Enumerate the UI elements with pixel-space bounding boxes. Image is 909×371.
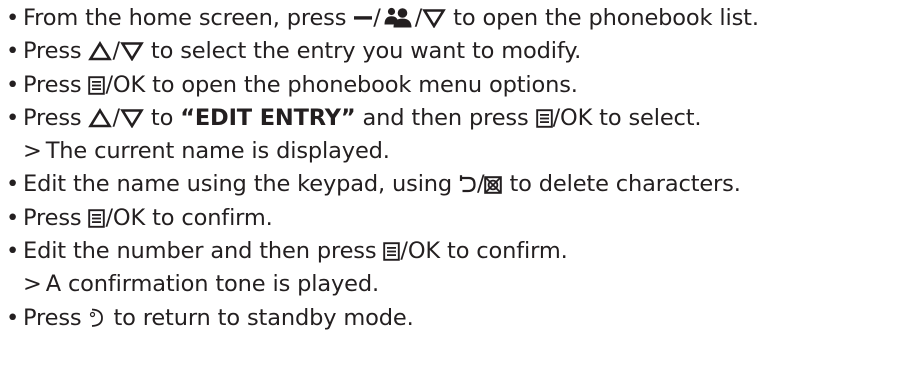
- step-text: /: [373, 5, 381, 31]
- end-call-key-icon: [88, 306, 106, 328]
- result-marker: >: [23, 271, 42, 298]
- bullet-point: •: [6, 171, 20, 198]
- step-text: to delete characters.: [502, 171, 741, 198]
- dash-key-icon: [353, 8, 373, 28]
- result-text: A confirmation tone is played.: [45, 271, 380, 298]
- up-arrow-key-icon: [88, 41, 113, 61]
- menu-key-icon: [88, 209, 106, 228]
- down-arrow-key-icon: [422, 8, 446, 28]
- instruction-step: • Edit the name using the keypad, using /…: [6, 168, 906, 201]
- step-text: /OK to select.: [552, 104, 702, 131]
- step-text: to select the entry you want to modify.: [143, 38, 582, 65]
- bullet-point: •: [6, 71, 20, 98]
- menu-key-icon: [535, 109, 553, 128]
- step-text: to open the phonebook list.: [446, 5, 759, 31]
- menu-option-label: “EDIT ENTRY”: [180, 104, 356, 131]
- instruction-step: • Press / to “EDIT ENTRY” and then press …: [6, 102, 906, 135]
- step-text: Edit the number and then press: [23, 238, 384, 265]
- instruction-step: • Press /OK to confirm.: [6, 202, 906, 235]
- menu-key-icon: [383, 242, 401, 261]
- step-text: /: [112, 104, 120, 131]
- result-marker: >: [23, 138, 42, 165]
- menu-key-icon: [88, 75, 106, 95]
- instruction-step: • From the home screen, press / / to open …: [6, 2, 906, 35]
- instruction-step: • Edit the number and then press /OK to c…: [6, 235, 906, 268]
- delete-key-icon: [484, 176, 503, 195]
- step-text: /: [112, 38, 120, 65]
- step-text: Press: [23, 204, 89, 231]
- step-text: /: [477, 171, 485, 198]
- down-arrow-key-icon: [120, 41, 144, 62]
- step-text: Press: [23, 304, 89, 331]
- step-text: to: [143, 104, 181, 131]
- step-text: Press: [23, 71, 89, 98]
- bullet-point: •: [6, 204, 20, 231]
- step-result: > A confirmation tone is played.: [6, 268, 906, 301]
- step-text: and then press: [355, 104, 536, 131]
- contacts-key-icon: [381, 6, 415, 28]
- step-text: /: [414, 5, 423, 31]
- bullet-point: •: [6, 104, 20, 131]
- step-text: to return to standby mode.: [106, 304, 414, 331]
- step-result: > The current name is displayed.: [6, 135, 906, 168]
- step-text: /OK to open the phonebook menu options.: [105, 71, 578, 98]
- step-text: /OK to confirm.: [400, 238, 568, 265]
- step-text: Press: [23, 104, 89, 131]
- bullet-point: •: [6, 238, 20, 265]
- bullet-point: •: [6, 5, 20, 31]
- step-text: Edit the name using the keypad, using: [23, 171, 460, 198]
- back-key-icon: [459, 174, 477, 194]
- instruction-step: • Press / to select the entry you want to…: [6, 35, 906, 68]
- result-text: The current name is displayed.: [45, 138, 390, 165]
- bullet-point: •: [6, 38, 20, 65]
- down-arrow-key-icon: [120, 108, 144, 128]
- instruction-list: • From the home screen, press / / to open …: [6, 2, 906, 335]
- step-text: From the home screen, press: [23, 5, 354, 31]
- instruction-step: • Press /OK to open the phonebook menu op…: [6, 69, 906, 102]
- bullet-point: •: [6, 304, 20, 331]
- instruction-step: • Press to return to standby mode.: [6, 302, 906, 335]
- step-text: /OK to confirm.: [105, 204, 273, 231]
- step-text: Press: [23, 38, 89, 65]
- up-arrow-key-icon: [88, 107, 113, 128]
